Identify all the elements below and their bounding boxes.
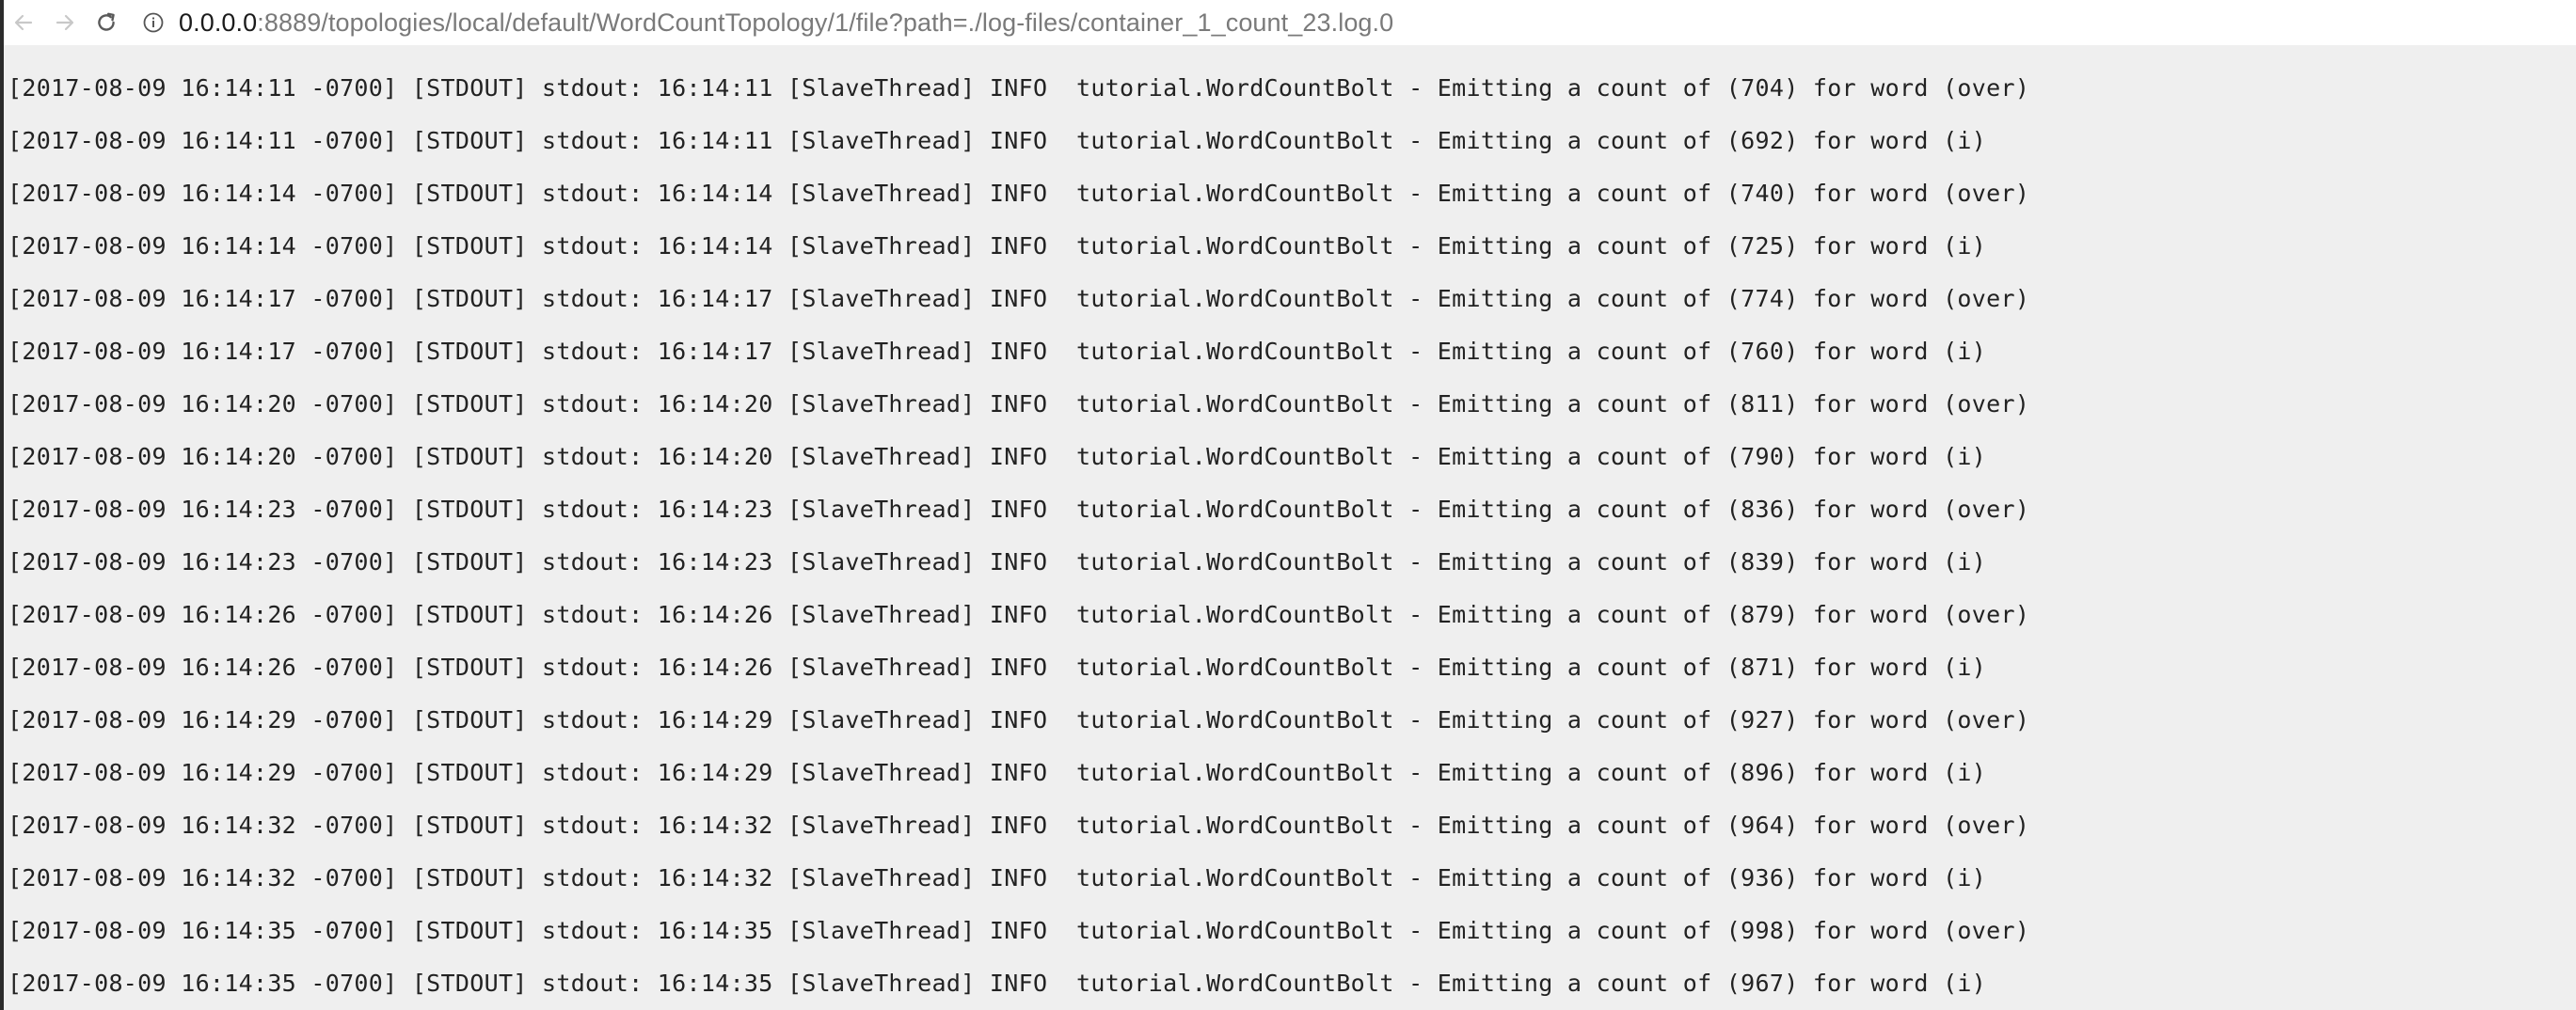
info-icon[interactable] (141, 10, 166, 35)
log-line: [2017-08-09 16:14:32 -0700] [STDOUT] std… (8, 864, 1987, 892)
log-line: [2017-08-09 16:14:29 -0700] [STDOUT] std… (8, 706, 2030, 734)
browser-toolbar: 0.0.0.0:8889/topologies/local/default/Wo… (0, 0, 2576, 46)
log-line: [2017-08-09 16:14:17 -0700] [STDOUT] std… (8, 285, 2030, 312)
log-line: [2017-08-09 16:14:14 -0700] [STDOUT] std… (8, 232, 1987, 260)
log-line: [2017-08-09 16:14:23 -0700] [STDOUT] std… (8, 548, 1987, 576)
log-line: [2017-08-09 16:14:23 -0700] [STDOUT] std… (8, 496, 2030, 523)
url-path: :8889/topologies/local/default/WordCount… (257, 8, 1394, 37)
address-bar[interactable]: 0.0.0.0:8889/topologies/local/default/Wo… (141, 4, 1393, 41)
back-arrow-icon (14, 14, 33, 31)
back-button[interactable] (6, 5, 41, 40)
log-line: [2017-08-09 16:14:35 -0700] [STDOUT] std… (8, 970, 1987, 997)
log-line: [2017-08-09 16:14:14 -0700] [STDOUT] std… (8, 180, 2030, 207)
reload-button[interactable] (88, 5, 124, 40)
log-line: [2017-08-09 16:14:26 -0700] [STDOUT] std… (8, 601, 2030, 628)
log-content: [2017-08-09 16:14:11 -0700] [STDOUT] std… (4, 45, 2576, 1010)
log-line: [2017-08-09 16:14:26 -0700] [STDOUT] std… (8, 654, 1987, 681)
url-text[interactable]: 0.0.0.0:8889/topologies/local/default/Wo… (179, 8, 1393, 38)
forward-arrow-icon (56, 14, 74, 31)
log-line: [2017-08-09 16:14:35 -0700] [STDOUT] std… (8, 917, 2030, 944)
log-line: [2017-08-09 16:14:11 -0700] [STDOUT] std… (8, 74, 2030, 102)
reload-icon (98, 12, 115, 31)
log-line: [2017-08-09 16:14:17 -0700] [STDOUT] std… (8, 338, 1987, 365)
log-line: [2017-08-09 16:14:11 -0700] [STDOUT] std… (8, 127, 1987, 154)
log-line: [2017-08-09 16:14:20 -0700] [STDOUT] std… (8, 390, 2030, 418)
log-line: [2017-08-09 16:14:20 -0700] [STDOUT] std… (8, 443, 1987, 470)
forward-button[interactable] (47, 5, 83, 40)
browser-window: 0.0.0.0:8889/topologies/local/default/Wo… (0, 0, 2576, 1010)
url-host: 0.0.0.0 (179, 8, 258, 37)
log-line: [2017-08-09 16:14:29 -0700] [STDOUT] std… (8, 759, 1987, 786)
log-line: [2017-08-09 16:14:32 -0700] [STDOUT] std… (8, 812, 2030, 839)
